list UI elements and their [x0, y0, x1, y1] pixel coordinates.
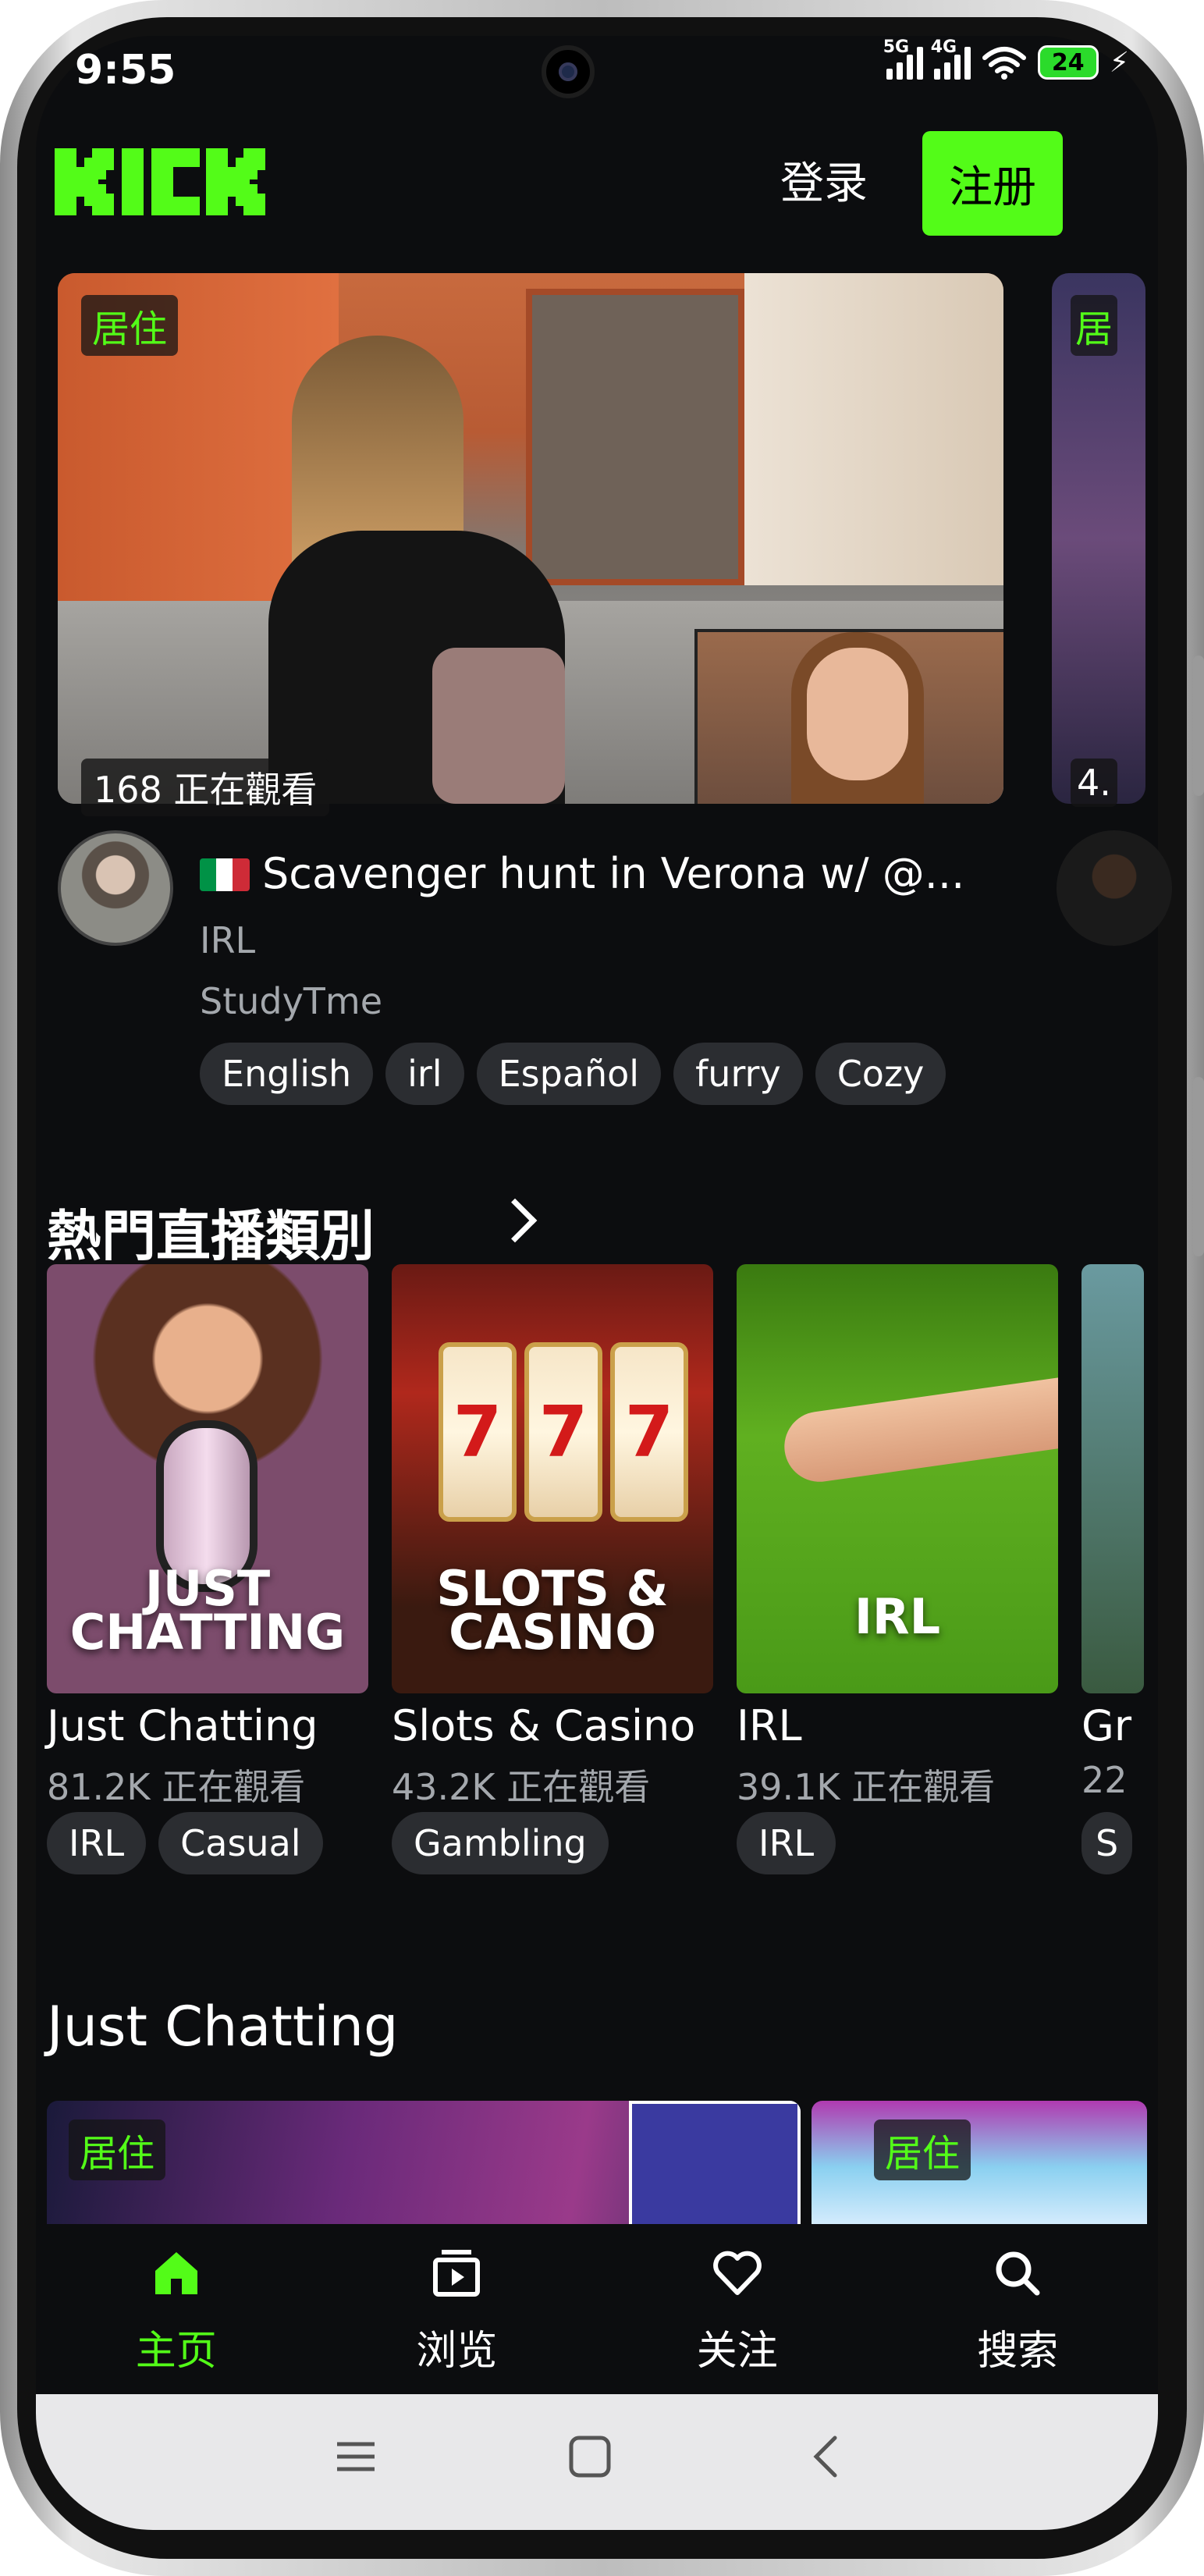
home-icon	[154, 2252, 197, 2294]
nav-home[interactable]: 主页	[36, 2224, 317, 2394]
system-navigation-bar	[36, 2394, 1158, 2530]
category-tags: S	[1081, 1812, 1158, 1874]
streamer-avatar[interactable]	[58, 830, 173, 946]
next-streamer-avatar[interactable]	[1057, 830, 1172, 946]
facecam-inset	[694, 629, 1003, 804]
wifi-icon	[982, 47, 1026, 80]
browse-icon	[433, 2250, 481, 2297]
category-tags: IRL Casual	[47, 1812, 323, 1874]
signal-4g-icon: 4G	[931, 37, 971, 80]
tag-chip[interactable]: IRL	[737, 1812, 836, 1874]
streamer-name[interactable]: StudyTme	[200, 980, 382, 1022]
search-icon	[996, 2251, 1040, 2296]
category-card-slots-casino[interactable]: 7 7 7 SLOTS & CASINO	[392, 1264, 713, 1693]
stream-title-text: Scavenger hunt in Verona w/ @...	[262, 849, 965, 898]
nav-following[interactable]: 关注	[597, 2224, 878, 2394]
stream-tags: English irl Español furry Cozy	[200, 1043, 1008, 1105]
tag-chip[interactable]: Cozy	[815, 1043, 947, 1105]
category-name[interactable]: Slots & Casino	[392, 1701, 695, 1750]
stream-title[interactable]: Scavenger hunt in Verona w/ @...	[200, 849, 1008, 898]
stream-category[interactable]: IRL	[200, 919, 255, 961]
category-card-irl[interactable]: IRL	[737, 1264, 1058, 1693]
just-chatting-section-title[interactable]: Just Chatting	[47, 1995, 398, 2059]
nav-search[interactable]: 搜索	[878, 2224, 1159, 2394]
next-viewer-count: 4.	[1071, 759, 1117, 807]
login-button[interactable]: 登录	[780, 148, 868, 211]
tag-chip[interactable]: irl	[385, 1043, 464, 1105]
category-name[interactable]: IRL	[737, 1701, 802, 1750]
back-icon[interactable]	[804, 2433, 851, 2480]
nav-search-label: 搜索	[977, 2328, 1059, 2375]
viewer-count: 168 正在觀看	[81, 759, 330, 816]
tag-chip[interactable]: Gambling	[392, 1812, 609, 1874]
recents-icon[interactable]	[332, 2433, 379, 2480]
nav-following-label: 关注	[696, 2328, 778, 2375]
category-card-just-chatting[interactable]: JUST CHATTING	[47, 1264, 368, 1693]
tag-chip[interactable]: furry	[673, 1043, 803, 1105]
category-name[interactable]: Just Chatting	[47, 1701, 318, 1750]
battery-icon: 24	[1037, 45, 1099, 80]
category-viewers: 43.2K 正在觀看	[392, 1766, 651, 1808]
power-button	[1193, 1077, 1204, 1256]
net2-label: 4G	[930, 37, 957, 57]
chat-overlay	[629, 2101, 801, 2233]
italy-flag-icon	[200, 858, 250, 891]
register-button[interactable]: 注册	[922, 131, 1063, 236]
tag-chip[interactable]: IRL	[47, 1812, 147, 1874]
category-viewers: 81.2K 正在觀看	[47, 1766, 306, 1808]
live-badge: 居住	[81, 295, 179, 356]
home-system-icon[interactable]	[566, 2433, 613, 2480]
live-badge: 居住	[874, 2119, 971, 2180]
tag-chip[interactable]: Español	[476, 1043, 662, 1105]
tag-chip[interactable]: S	[1081, 1812, 1133, 1874]
nav-browse-label: 浏览	[416, 2328, 498, 2375]
kick-logo	[55, 148, 265, 215]
tag-chip[interactable]: Casual	[158, 1812, 323, 1874]
net1-label: 5G	[883, 37, 910, 57]
signal-5g-icon: 5G	[883, 37, 923, 80]
top-categories-title[interactable]: 熱門直播類別	[47, 1192, 375, 1271]
tag-chip[interactable]: English	[200, 1043, 374, 1105]
category-name[interactable]: Gr	[1081, 1701, 1158, 1750]
heart-icon	[712, 2251, 762, 2295]
featured-stream-thumbnail[interactable]	[58, 273, 1003, 804]
just-chatting-stream-thumbnail[interactable]	[812, 2101, 1147, 2233]
next-live-badge: 居	[1071, 295, 1118, 356]
category-card-partial[interactable]	[1081, 1264, 1144, 1693]
category-tags: IRL	[737, 1812, 836, 1874]
nav-browse[interactable]: 浏览	[317, 2224, 598, 2394]
category-tags: Gambling	[392, 1812, 609, 1874]
volume-button	[1193, 656, 1204, 796]
bottom-navigation: 主页 浏览 关注 搜索	[36, 2224, 1158, 2394]
status-icons: 5G 4G 24 ⚡	[883, 37, 1129, 80]
category-viewers: 39.1K 正在觀看	[737, 1766, 996, 1808]
charging-icon: ⚡	[1109, 46, 1129, 79]
nav-home-label: 主页	[135, 2328, 217, 2375]
live-badge: 居住	[69, 2119, 166, 2180]
status-time: 9:55	[75, 47, 176, 94]
hand-on-grass-image	[780, 1377, 1058, 1487]
front-camera	[542, 45, 595, 98]
category-viewers: 22	[1081, 1759, 1128, 1801]
